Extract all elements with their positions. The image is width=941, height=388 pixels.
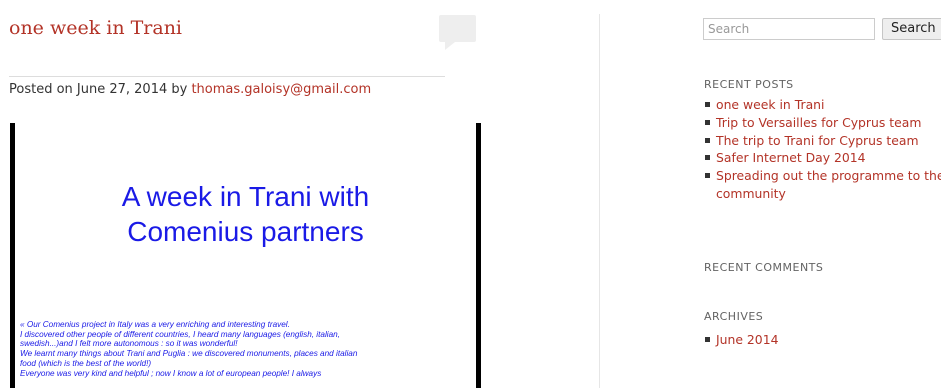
recent-post-link[interactable]: Safer Internet Day 2014 [716, 150, 866, 165]
bullet-icon [705, 119, 710, 125]
archives-list: June 2014 [704, 331, 941, 349]
archives-title: ARCHIVES [704, 310, 764, 323]
slide-title-line: Comenius partners [127, 216, 364, 247]
list-item: one week in Trani [704, 96, 941, 114]
list-item: June 2014 [704, 331, 941, 349]
recent-posts-title: RECENT POSTS [704, 78, 794, 91]
recent-posts-list: one week in Trani Trip to Versailles for… [704, 96, 941, 203]
slide-body-line: Everyone was very kind and helpful ; now… [20, 368, 322, 378]
post-title[interactable]: one week in Trani [9, 17, 182, 39]
title-divider [9, 76, 445, 77]
slide-body-line: We learnt many things about Trani and Pu… [20, 349, 358, 359]
post-meta: Posted on June 27, 2014 by thomas.galois… [9, 82, 371, 97]
slide-body-line: « Our Comenius project in Italy was a ve… [20, 320, 290, 329]
list-item: The trip to Trani for Cyprus team [704, 132, 941, 150]
bullet-icon [705, 155, 710, 161]
post-author-link[interactable]: thomas.galoisy@gmail.com [191, 82, 371, 97]
bullet-icon [705, 137, 710, 143]
post-image: A week in Trani with Comenius partners «… [10, 123, 481, 388]
post-meta-date: Posted on June 27, 2014 by [9, 82, 192, 97]
bullet-icon [705, 102, 710, 107]
search-input[interactable] [703, 18, 875, 40]
recent-post-link[interactable]: The trip to Trani for Cyprus team [716, 133, 919, 148]
recent-post-link[interactable]: one week in Trani [716, 97, 824, 112]
search-button[interactable]: Search [882, 18, 941, 40]
recent-post-link[interactable]: Trip to Versailles for Cyprus team [716, 115, 921, 130]
slide-title: A week in Trani with Comenius partners [15, 179, 476, 249]
recent-post-link[interactable]: Spreading out the programme to the commu… [716, 168, 941, 201]
slide-title-line: A week in Trani with [121, 181, 370, 212]
list-item: Spreading out the programme to the commu… [704, 167, 941, 203]
list-item: Safer Internet Day 2014 [704, 149, 941, 167]
slide-body: « Our Comenius project in Italy was a ve… [20, 320, 468, 378]
archive-link[interactable]: June 2014 [716, 332, 778, 347]
comment-bubble-icon[interactable] [439, 15, 476, 50]
bullet-icon [705, 337, 710, 342]
slide-body-line: I discovered other people of different c… [20, 329, 340, 339]
slide-body-line: swedish...)and I felt more autonomous : … [20, 339, 238, 349]
recent-comments-title: RECENT COMMENTS [704, 261, 824, 274]
column-divider [599, 14, 600, 388]
list-item: Trip to Versailles for Cyprus team [704, 114, 941, 132]
slide-body-line: food (which is the best of the world!) [20, 358, 152, 368]
bullet-icon [705, 173, 710, 179]
